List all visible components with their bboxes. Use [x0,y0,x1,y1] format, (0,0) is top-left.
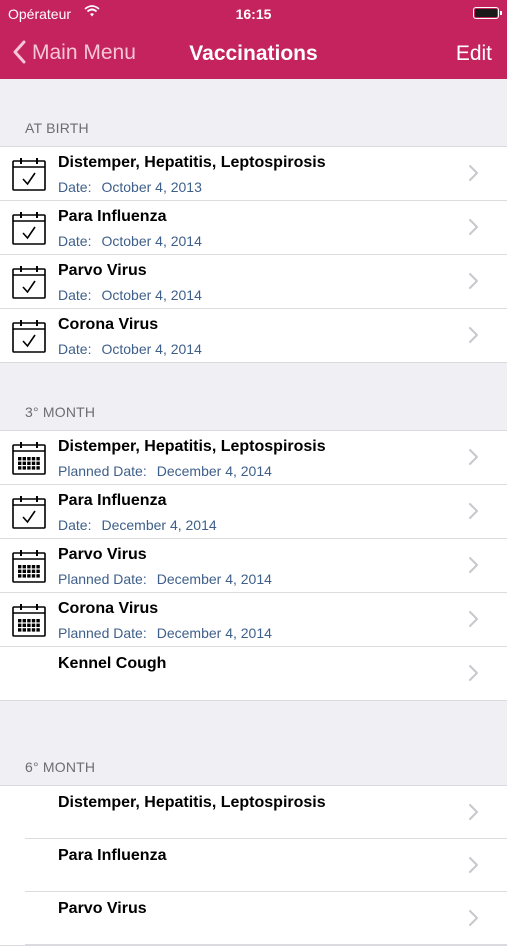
vaccine-name: Parvo Virus [58,546,147,563]
date-value: December 4, 2014 [156,463,272,479]
date-value: December 4, 2014 [101,517,217,533]
vaccination-row[interactable]: Para Influenza [0,839,507,892]
vaccination-row[interactable]: Corona Virus Planned Date: December 4, 201… [0,593,507,647]
date-value: October 4, 2014 [101,233,202,249]
status-bar: Opérateur 16:15 [0,0,507,28]
vaccination-row[interactable]: Corona Virus Date: October 4, 2014 [0,309,507,362]
vaccination-row[interactable]: Para Influenza Date: December 4, 2014 [0,485,507,539]
calendar-grid-icon [11,548,47,584]
vaccination-list[interactable]: AT BIRTH Distemper, Hepatitis, Leptospiro… [0,79,507,946]
vaccine-date: Date: October 4, 2014 [58,233,202,249]
chevron-right-icon [465,555,483,575]
date-label: Planned Date: [58,463,147,479]
date-value: December 4, 2014 [156,571,272,587]
chevron-right-icon [465,663,483,683]
vaccination-row[interactable]: Para Influenza Date: October 4, 2014 [0,201,507,255]
date-label: Date: [58,287,92,303]
edit-button[interactable]: Edit [456,42,492,66]
calendar-check-icon [11,494,47,530]
calendar-check-icon [11,318,47,354]
vaccination-row[interactable]: Kennel Cough [0,647,507,700]
vaccine-name: Parvo Virus [58,262,147,279]
calendar-check-icon [11,210,47,246]
vaccine-date: Date: October 4, 2014 [58,287,202,303]
calendar-grid-icon [11,602,47,638]
chevron-right-icon [465,447,483,467]
vaccination-row[interactable]: Distemper, Hepatitis, Leptospirosis Plann… [0,431,507,485]
vaccine-name: Corona Virus [58,600,159,617]
chevron-right-icon [465,802,483,822]
chevron-right-icon [465,271,483,291]
calendar-check-icon [11,264,47,300]
navigation-bar: Opérateur 16:15 Main Menu Vaccinations E… [0,0,507,79]
section-group: Distemper, Hepatitis, Leptospirosis Date:… [0,146,507,363]
date-label: Date: [58,341,92,357]
vaccine-date: Planned Date: December 4, 2014 [58,463,272,479]
chevron-right-icon [465,501,483,521]
vaccine-name: Distemper, Hepatitis, Leptospirosis [58,794,326,811]
vaccine-date: Date: October 4, 2013 [58,179,202,195]
date-value: October 4, 2013 [101,179,202,195]
vaccine-date: Planned Date: December 4, 2014 [58,571,272,587]
vaccine-name: Kennel Cough [58,655,167,672]
chevron-right-icon [465,908,483,928]
date-label: Planned Date: [58,625,147,641]
vaccine-date: Planned Date: December 4, 2014 [58,625,272,641]
vaccine-name: Para Influenza [58,492,167,509]
vaccine-name: Corona Virus [58,316,159,333]
vaccination-row[interactable]: Distemper, Hepatitis, Leptospirosis [0,786,507,839]
vaccination-row[interactable]: Distemper, Hepatitis, Leptospirosis Date:… [0,147,507,201]
date-label: Date: [58,517,92,533]
section-header: AT BIRTH [25,120,89,136]
section-header: 6° MONTH [25,759,96,775]
section-header: 3° MONTH [25,404,96,420]
vaccine-date: Date: October 4, 2014 [58,341,202,357]
date-value: October 4, 2014 [101,341,202,357]
chevron-right-icon [465,855,483,875]
date-value: December 4, 2014 [156,625,272,641]
vaccine-name: Para Influenza [58,208,167,225]
section-group: Distemper, Hepatitis, Leptospirosis Plann… [0,430,507,701]
chevron-right-icon [465,163,483,183]
chevron-right-icon [465,217,483,237]
battery-icon [473,7,502,19]
page-title: Vaccinations [189,42,318,65]
vaccine-date: Date: December 4, 2014 [58,517,217,533]
vaccination-row[interactable]: Parvo Virus Planned Date: December 4, 2014 [0,539,507,593]
chevron-right-icon [465,609,483,629]
calendar-grid-icon [11,440,47,476]
date-value: October 4, 2014 [101,287,202,303]
chevron-right-icon [465,325,483,345]
date-label: Date: [58,233,92,249]
vaccine-name: Para Influenza [58,847,167,864]
date-label: Date: [58,179,92,195]
vaccine-name: Distemper, Hepatitis, Leptospirosis [58,154,326,171]
clock: 16:15 [235,6,272,22]
vaccination-row[interactable]: Parvo Virus Date: October 4, 2014 [0,255,507,309]
vaccine-name: Distemper, Hepatitis, Leptospirosis [58,438,326,455]
calendar-check-icon [11,156,47,192]
date-label: Planned Date: [58,571,147,587]
section-group: Distemper, Hepatitis, Leptospirosis Para … [0,785,507,946]
vaccine-name: Parvo Virus [58,900,147,917]
